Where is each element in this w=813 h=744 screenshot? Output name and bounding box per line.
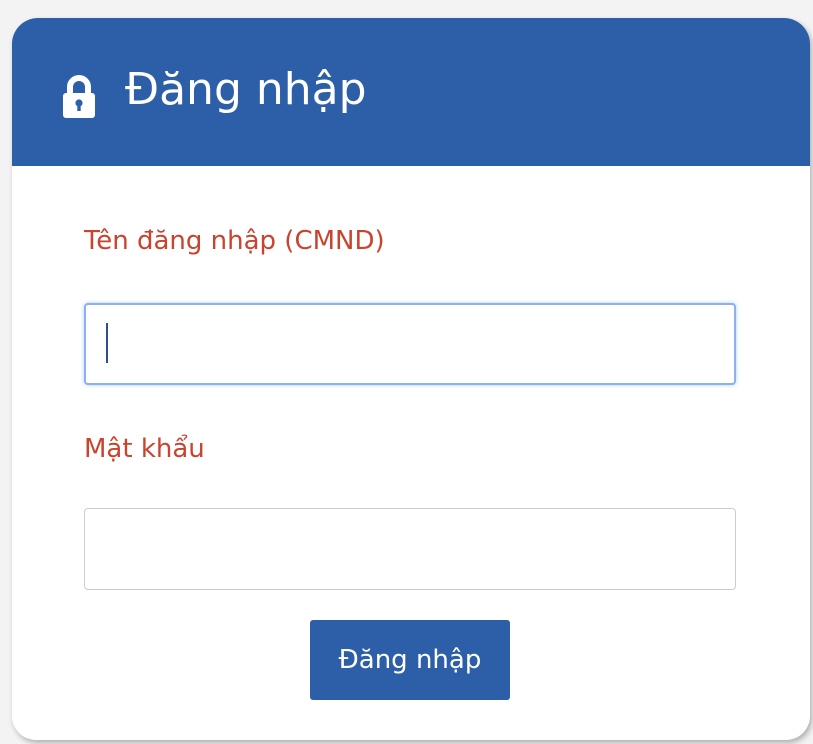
password-input[interactable] [84,508,736,590]
panel-header: Đăng nhập [12,18,810,166]
password-label: Mật khẩu [84,434,205,464]
panel-title: Đăng nhập [125,64,367,115]
login-panel: Đăng nhập Tên đăng nhập (CMND) Mật khẩu … [12,18,810,740]
text-caret [106,323,108,363]
login-button[interactable]: Đăng nhập [310,620,510,700]
username-input[interactable] [84,303,736,385]
username-label: Tên đăng nhập (CMND) [84,226,385,256]
lock-icon [62,74,96,118]
